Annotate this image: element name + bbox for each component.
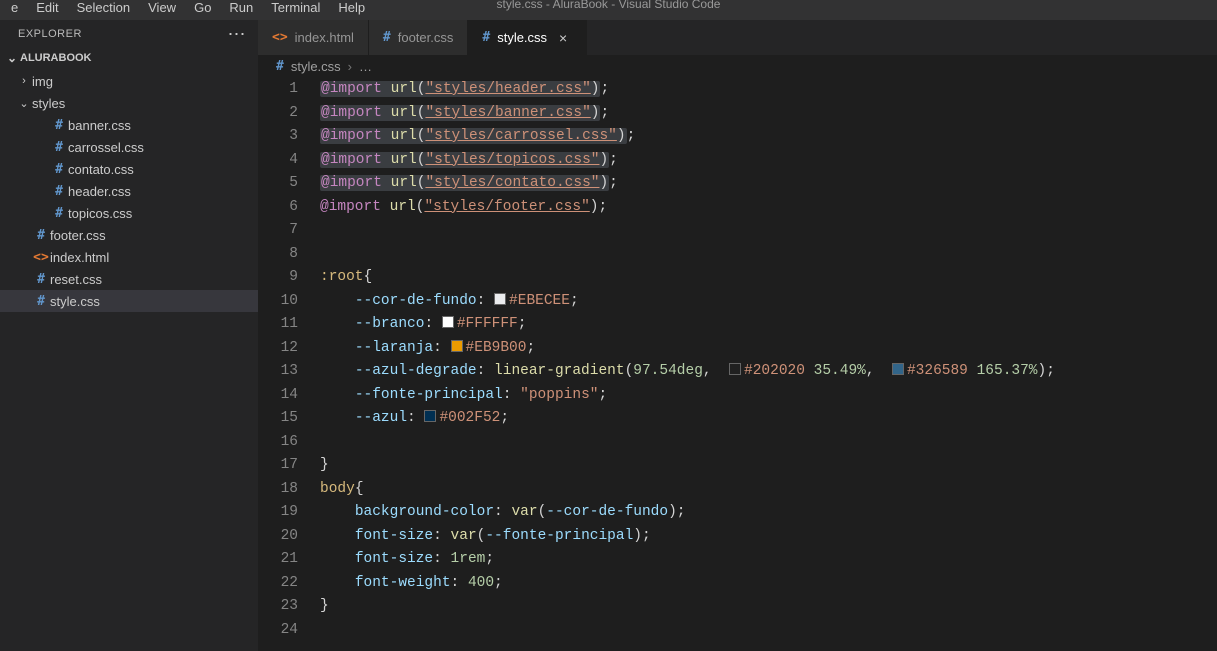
- tree-label: index.html: [50, 250, 109, 265]
- menu-selection[interactable]: Selection: [68, 0, 139, 16]
- file-icon: #: [50, 184, 68, 199]
- chevron-down-icon: ⌄: [4, 51, 20, 65]
- section-label: ALURABOOK: [20, 52, 92, 64]
- close-icon[interactable]: ×: [554, 30, 572, 46]
- file-icon: #: [50, 140, 68, 155]
- tree-label: topicos.css: [68, 206, 132, 221]
- menu-e[interactable]: e: [2, 0, 27, 16]
- tab-label: footer.css: [398, 30, 454, 45]
- menu-run[interactable]: Run: [220, 0, 262, 16]
- menu-view[interactable]: View: [139, 0, 185, 16]
- file-icon: #: [482, 30, 490, 45]
- menu-help[interactable]: Help: [329, 0, 374, 16]
- file-icon: #: [383, 30, 391, 45]
- tree-item-styles[interactable]: ⌄styles: [0, 92, 258, 114]
- tab-label: style.css: [497, 30, 547, 45]
- line-gutter: 123456789101112131415161718192021222324: [258, 78, 320, 651]
- file-tree: ›img⌄styles#banner.css#carrossel.css#con…: [0, 68, 258, 312]
- file-icon: #: [32, 294, 50, 309]
- tree-label: header.css: [68, 184, 131, 199]
- breadcrumb-file: style.css: [291, 59, 341, 74]
- chevron-icon: ›: [16, 75, 32, 87]
- breadcrumb-rest: …: [359, 59, 372, 74]
- menubar: eEditSelectionViewGoRunTerminalHelp: [0, 0, 374, 16]
- menu-edit[interactable]: Edit: [27, 0, 67, 16]
- window-title: style.css - AluraBook - Visual Studio Co…: [497, 0, 721, 11]
- tree-item-index-html[interactable]: <>index.html: [0, 246, 258, 268]
- tree-label: style.css: [50, 294, 100, 309]
- hash-icon: #: [276, 59, 284, 74]
- tab-footer-css[interactable]: # footer.css: [369, 20, 468, 55]
- tree-item-style-css[interactable]: #style.css: [0, 290, 258, 312]
- chevron-right-icon: ›: [348, 59, 352, 74]
- tree-item-topicos-css[interactable]: #topicos.css: [0, 202, 258, 224]
- code-editor[interactable]: 123456789101112131415161718192021222324 …: [258, 78, 1217, 651]
- breadcrumbs[interactable]: # style.css › …: [258, 55, 1217, 78]
- titlebar: eEditSelectionViewGoRunTerminalHelp styl…: [0, 0, 1217, 20]
- tree-item-reset-css[interactable]: #reset.css: [0, 268, 258, 290]
- file-icon: #: [50, 162, 68, 177]
- file-icon: <>: [272, 30, 288, 45]
- tab-index-html[interactable]: <> index.html: [258, 20, 369, 55]
- tree-item-banner-css[interactable]: #banner.css: [0, 114, 258, 136]
- tree-label: reset.css: [50, 272, 102, 287]
- file-icon: <>: [32, 250, 50, 265]
- tree-label: carrossel.css: [68, 140, 144, 155]
- tree-label: banner.css: [68, 118, 131, 133]
- menu-terminal[interactable]: Terminal: [262, 0, 329, 16]
- file-icon: #: [32, 272, 50, 287]
- tabbar: <> index.html # footer.css # style.css ×: [258, 20, 1217, 55]
- tree-item-header-css[interactable]: #header.css: [0, 180, 258, 202]
- editor-area: <> index.html # footer.css # style.css × # sty…: [258, 20, 1217, 651]
- explorer-more-icon[interactable]: ⋯: [228, 30, 247, 38]
- chevron-icon: ⌄: [16, 97, 32, 110]
- tree-label: styles: [32, 96, 65, 111]
- tree-item-carrossel-css[interactable]: #carrossel.css: [0, 136, 258, 158]
- tree-item-footer-css[interactable]: #footer.css: [0, 224, 258, 246]
- tree-item-img[interactable]: ›img: [0, 70, 258, 92]
- tree-label: img: [32, 74, 53, 89]
- file-icon: #: [32, 228, 50, 243]
- explorer-section[interactable]: ⌄ ALURABOOK: [0, 48, 258, 68]
- menu-go[interactable]: Go: [185, 0, 220, 16]
- explorer-sidebar: EXPLORER ⋯ ⌄ ALURABOOK ›img⌄styles#banne…: [0, 20, 258, 651]
- tree-label: contato.css: [68, 162, 134, 177]
- tab-style-css[interactable]: # style.css ×: [468, 20, 587, 55]
- explorer-title: EXPLORER: [18, 28, 82, 40]
- file-icon: #: [50, 118, 68, 133]
- tree-label: footer.css: [50, 228, 106, 243]
- file-icon: #: [50, 206, 68, 221]
- code-content[interactable]: @import url("styles/header.css"); @impor…: [320, 78, 1217, 651]
- tree-item-contato-css[interactable]: #contato.css: [0, 158, 258, 180]
- tab-label: index.html: [295, 30, 354, 45]
